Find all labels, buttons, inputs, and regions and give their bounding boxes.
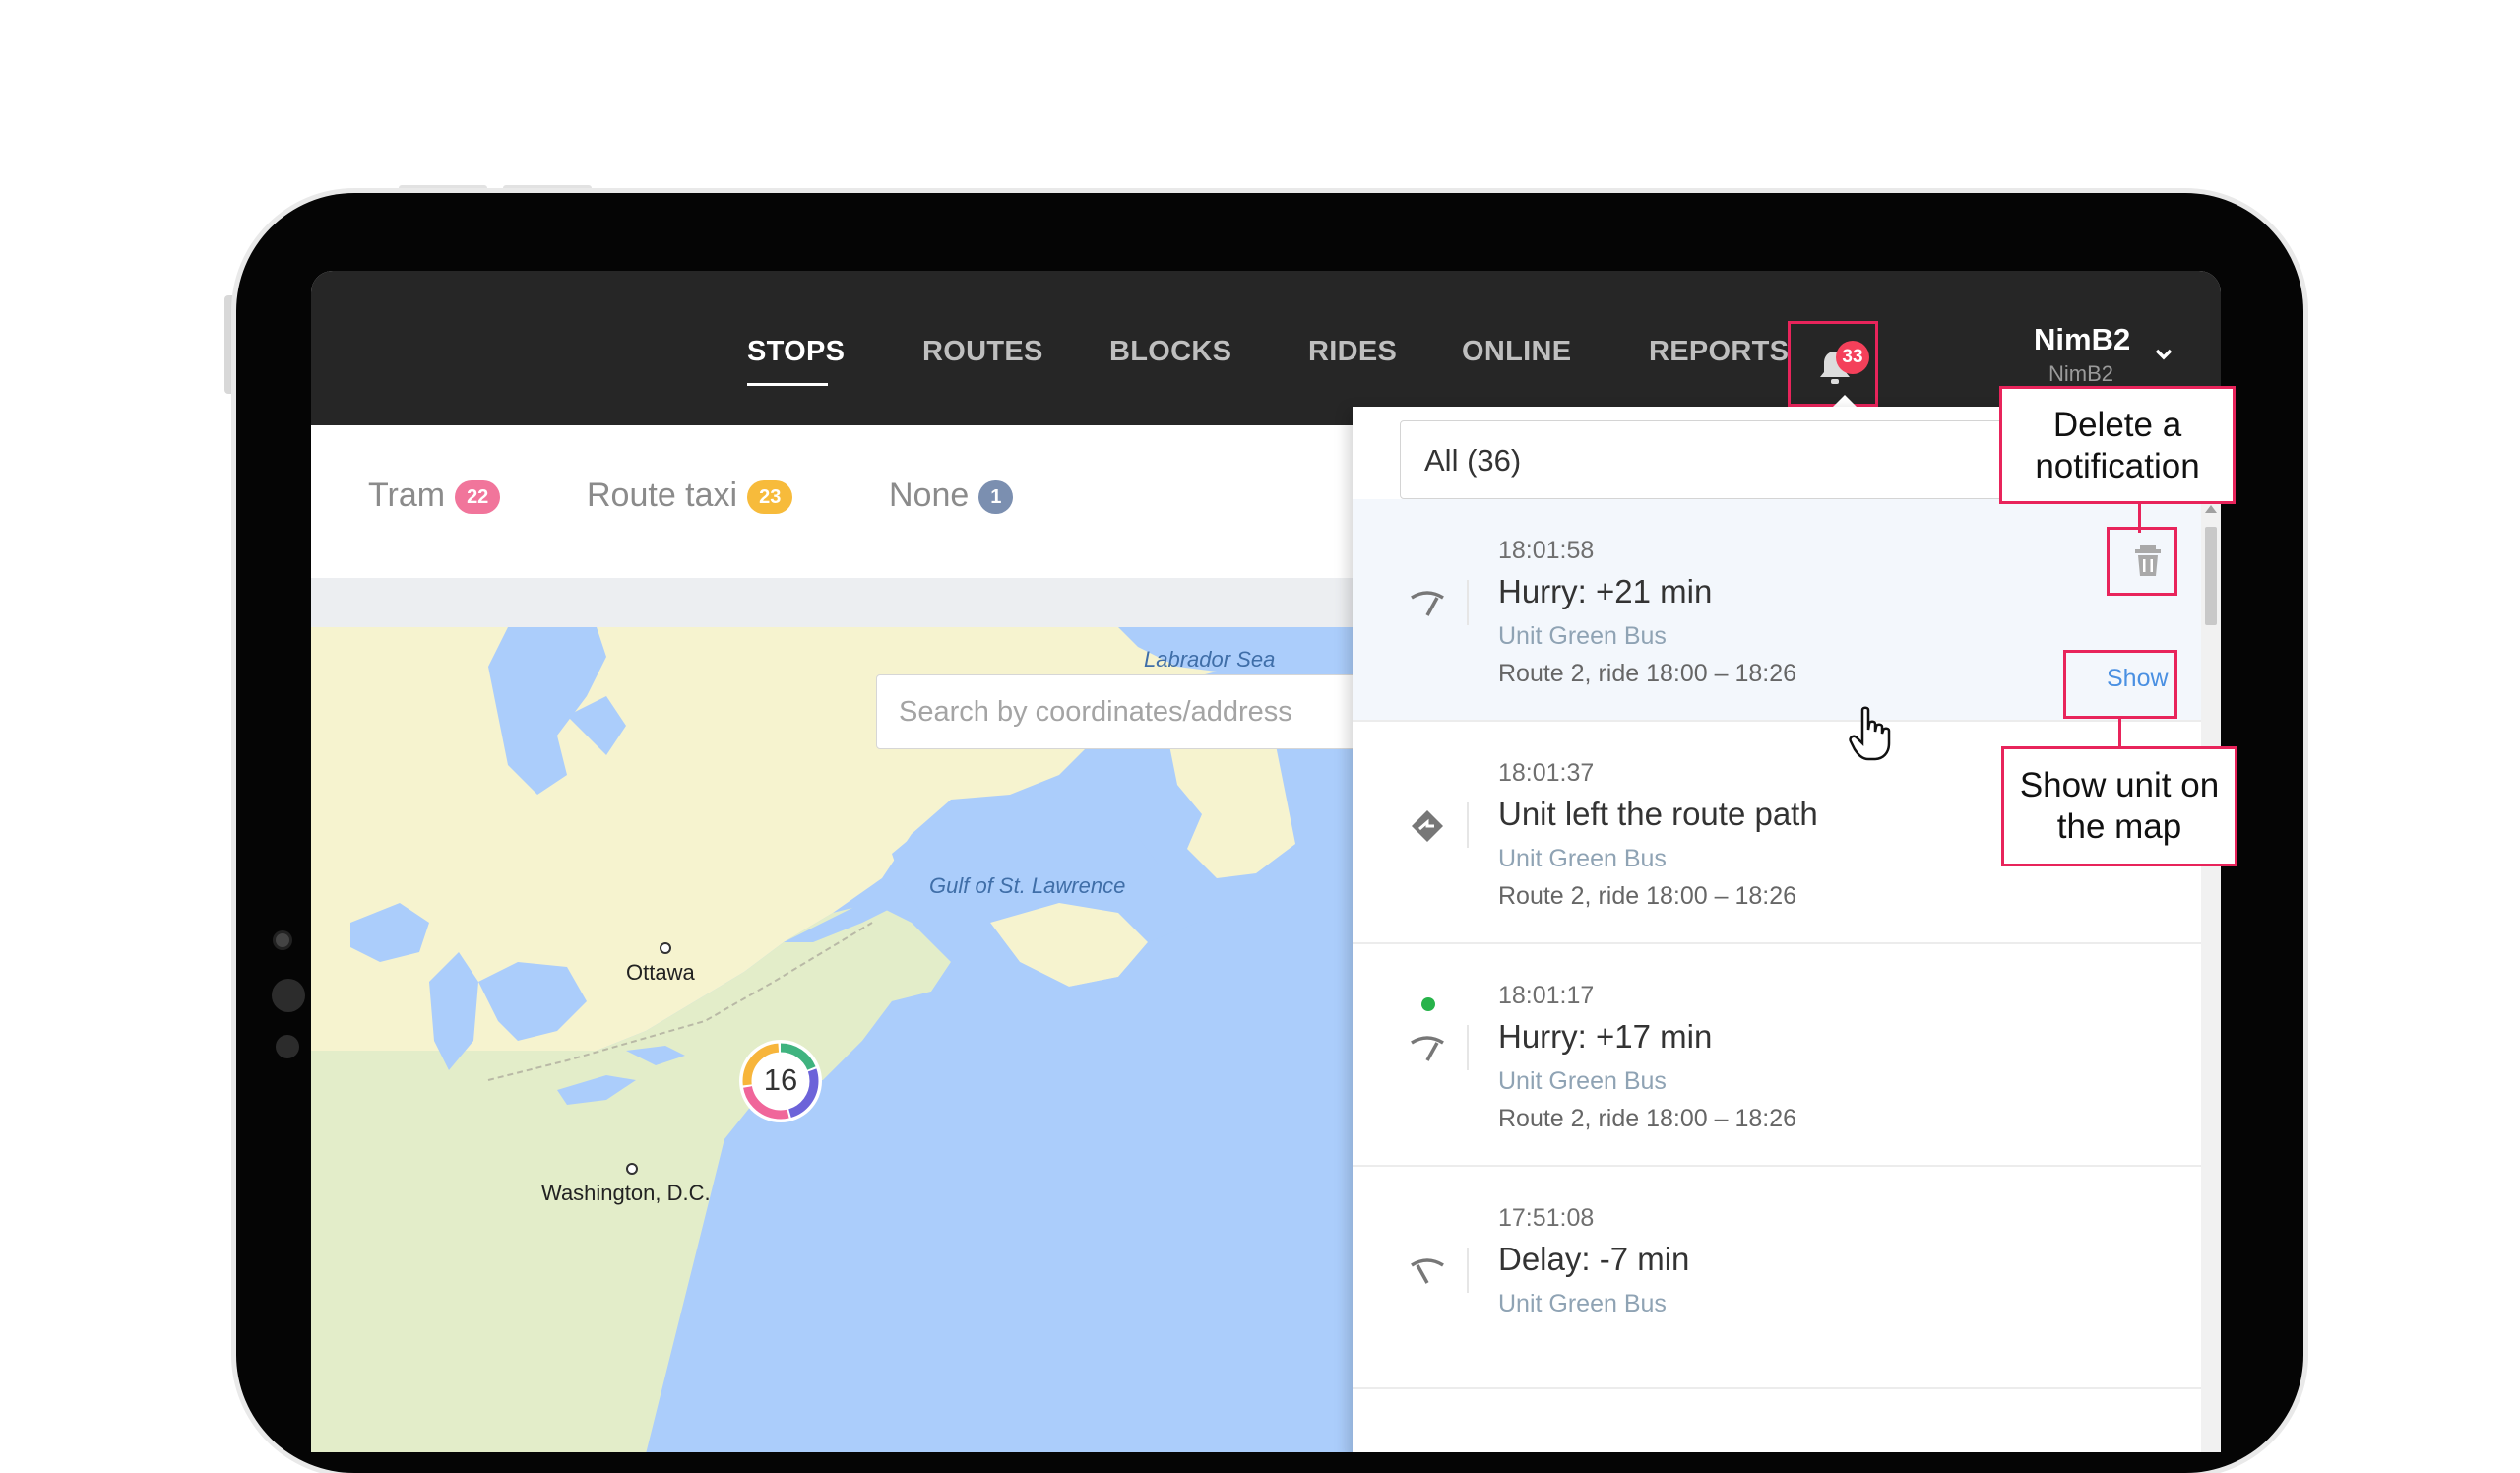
new-notification-dot bbox=[1421, 997, 1435, 1011]
nav-rides[interactable]: RIDES bbox=[1308, 336, 1397, 368]
notification-item[interactable]: 17:51:08 Delay: -7 min Unit Green Bus bbox=[1353, 1167, 2201, 1389]
delete-highlight bbox=[2107, 527, 2177, 596]
nav-stops[interactable]: STOPS bbox=[747, 336, 845, 368]
nav-reports[interactable]: REPORTS bbox=[1649, 336, 1789, 368]
notification-title: Hurry: +21 min bbox=[1498, 573, 1713, 609]
scroll-thumb[interactable] bbox=[2205, 527, 2217, 625]
notification-filter-select[interactable]: All (36) bbox=[1400, 420, 2020, 499]
notification-item[interactable]: 18:01:17 Hurry: +17 min Unit Green Bus R… bbox=[1353, 944, 2201, 1167]
filter-label: Route taxi bbox=[587, 477, 738, 514]
show-highlight bbox=[2063, 650, 2177, 719]
app-screen: STOPS ROUTES BLOCKS RIDES ONLINE REPORTS… bbox=[311, 271, 2221, 1452]
item-divider bbox=[1467, 580, 1469, 625]
notifications-scrollbar[interactable] bbox=[2201, 499, 2221, 1452]
map-label-gulf: Gulf of St. Lawrence bbox=[929, 873, 1126, 898]
filter-count-badge: 22 bbox=[455, 480, 501, 514]
filter-none[interactable]: None 1 bbox=[889, 477, 1014, 515]
filter-label: Tram bbox=[368, 477, 446, 514]
notification-time: 17:51:08 bbox=[1498, 1204, 1595, 1232]
hurry-icon bbox=[1411, 591, 1444, 616]
sensor-dot bbox=[276, 1035, 299, 1058]
camera-lens bbox=[272, 979, 305, 1012]
nav-online[interactable]: ONLINE bbox=[1462, 336, 1571, 368]
notification-unit: Unit Green Bus bbox=[1498, 622, 1667, 650]
filter-route-taxi[interactable]: Route taxi 23 bbox=[587, 477, 793, 515]
callout-show-unit: Show unit on the map bbox=[2001, 746, 2237, 866]
scroll-up-arrow-icon[interactable] bbox=[2205, 505, 2217, 513]
notification-title: Hurry: +17 min bbox=[1498, 1018, 1713, 1055]
nav-routes[interactable]: ROUTES bbox=[922, 336, 1043, 368]
unit-type-filter-bar: Tram 22 Route taxi 23 None 1 bbox=[311, 425, 1394, 579]
nav-blocks[interactable]: BLOCKS bbox=[1109, 336, 1231, 368]
notification-count-badge: 33 bbox=[1836, 341, 1869, 374]
callout-connector bbox=[2138, 503, 2141, 533]
chevron-down-icon[interactable] bbox=[2154, 348, 2174, 361]
filter-tram[interactable]: Tram 22 bbox=[368, 477, 501, 515]
map-search-input[interactable] bbox=[876, 674, 1394, 749]
notification-time: 18:01:17 bbox=[1498, 982, 1595, 1009]
item-divider bbox=[1467, 1025, 1469, 1070]
callout-connector bbox=[2118, 718, 2121, 747]
tablet-top-button bbox=[399, 185, 487, 192]
notification-route: Route 2, ride 18:00 – 18:26 bbox=[1498, 882, 1797, 910]
filter-count-badge: 1 bbox=[978, 480, 1014, 514]
unit-cluster-marker[interactable]: 16 bbox=[738, 1039, 823, 1123]
item-divider bbox=[1467, 1248, 1469, 1293]
notification-unit: Unit Green Bus bbox=[1498, 1290, 1667, 1317]
notification-unit: Unit Green Bus bbox=[1498, 1067, 1667, 1095]
active-tab-indicator bbox=[747, 383, 828, 386]
route-deviation-icon bbox=[1412, 810, 1443, 842]
map-basemap bbox=[311, 627, 1394, 1452]
callout-delete-notification: Delete a notification bbox=[1999, 386, 2236, 504]
notifications-panel: All (36) 18:01:58 Hurry: +21 min Unit Gr… bbox=[1353, 407, 2221, 1452]
hurry-icon bbox=[1411, 1036, 1444, 1061]
map-view[interactable]: Labrador Sea Gulf of St. Lawrence Ottawa… bbox=[311, 627, 1394, 1452]
map-toolbar-strip bbox=[311, 578, 1394, 627]
notifications-button[interactable]: 33 bbox=[1788, 321, 1878, 407]
notification-time: 18:01:37 bbox=[1498, 759, 1595, 787]
item-divider bbox=[1467, 802, 1469, 848]
city-marker-washington bbox=[626, 1163, 638, 1175]
map-label-ottawa: Ottawa bbox=[626, 960, 695, 985]
tablet-top-button bbox=[503, 185, 592, 192]
city-marker-ottawa bbox=[660, 942, 671, 954]
user-name[interactable]: NimB2 bbox=[2034, 322, 2130, 357]
hand-pointer-icon bbox=[1849, 706, 1891, 761]
top-navigation: STOPS ROUTES BLOCKS RIDES ONLINE REPORTS… bbox=[311, 271, 2221, 425]
filter-label: None bbox=[889, 477, 970, 514]
notification-route: Route 2, ride 18:00 – 18:26 bbox=[1498, 660, 1797, 687]
notification-title: Unit left the route path bbox=[1498, 796, 1818, 832]
map-label-labrador-sea: Labrador Sea bbox=[1144, 647, 1276, 672]
notification-time: 18:01:58 bbox=[1498, 537, 1595, 564]
notification-title: Delay: -7 min bbox=[1498, 1241, 1690, 1277]
map-label-washington: Washington, D.C. bbox=[541, 1181, 711, 1205]
tablet-side-button bbox=[224, 295, 234, 394]
camera-icon bbox=[276, 933, 289, 947]
cluster-count: 16 bbox=[763, 1062, 798, 1097]
delay-icon bbox=[1411, 1258, 1444, 1284]
notification-route: Route 2, ride 18:00 – 18:26 bbox=[1498, 1105, 1797, 1132]
filter-count-badge: 23 bbox=[747, 480, 793, 514]
user-subname: NimB2 bbox=[2048, 361, 2114, 386]
notification-unit: Unit Green Bus bbox=[1498, 845, 1667, 872]
